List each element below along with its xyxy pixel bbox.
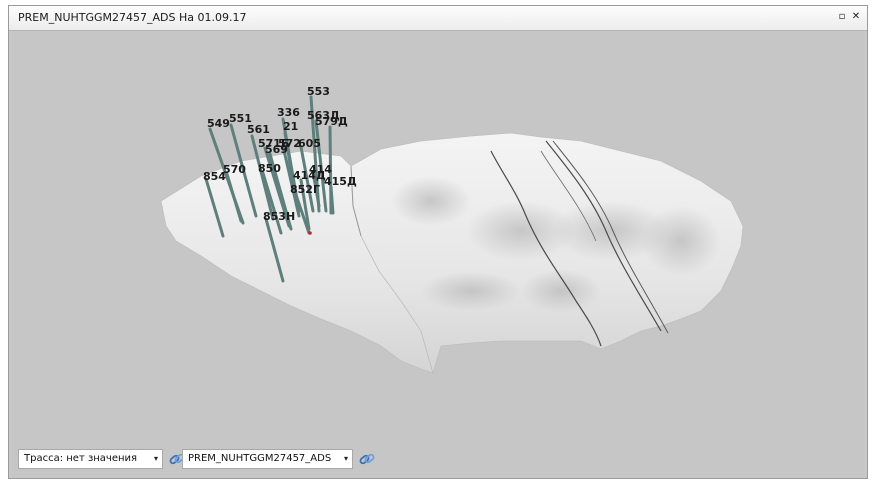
chevron-down-icon: ▾ — [153, 454, 158, 463]
well-label: 414Д — [293, 169, 326, 182]
3d-viewport[interactable]: 553 336 563Д 579Д 549 551 21 561 571Б 57… — [12, 31, 864, 477]
trace-select-value: Трасса: нет значения — [24, 453, 138, 464]
window-title: PREM_NUHTGGM27457_ADS На 01.09.17 — [18, 11, 247, 24]
well-label: 21 — [283, 120, 298, 133]
well-label: 852Г — [290, 183, 320, 196]
well-label: 570 — [223, 163, 246, 176]
well-label: 579Д — [315, 115, 348, 128]
well-label: 850 — [258, 162, 281, 175]
well-label: 853Н — [263, 210, 295, 223]
well-label: 336 — [277, 106, 300, 119]
well-label: 854 — [203, 170, 226, 183]
viewer-window: PREM_NUHTGGM27457_ADS На 01.09.17 ▫ ✕ 55… — [8, 5, 868, 479]
well-label: 549 — [207, 117, 230, 130]
model-select-value: PREM_NUHTGGM27457_ADS — [188, 453, 332, 464]
well-label: 553 — [307, 85, 330, 98]
well-label: 415Д — [324, 175, 357, 188]
well-label: 561 — [247, 123, 270, 136]
model-select[interactable]: PREM_NUHTGGM27457_ADS ▾ — [182, 449, 353, 469]
link-icon[interactable] — [358, 450, 376, 468]
well-label: 605 — [298, 137, 321, 150]
surface-scene[interactable]: 553 336 563Д 579Д 549 551 21 561 571Б 57… — [12, 31, 864, 477]
chevron-down-icon: ▾ — [343, 454, 348, 463]
restore-icon[interactable]: ▫ — [836, 11, 848, 23]
close-icon[interactable]: ✕ — [850, 11, 862, 23]
well-label: 569 — [265, 143, 288, 156]
trace-select[interactable]: Трасса: нет значения ▾ — [18, 449, 163, 469]
title-bar: PREM_NUHTGGM27457_ADS На 01.09.17 ▫ ✕ — [9, 6, 867, 31]
